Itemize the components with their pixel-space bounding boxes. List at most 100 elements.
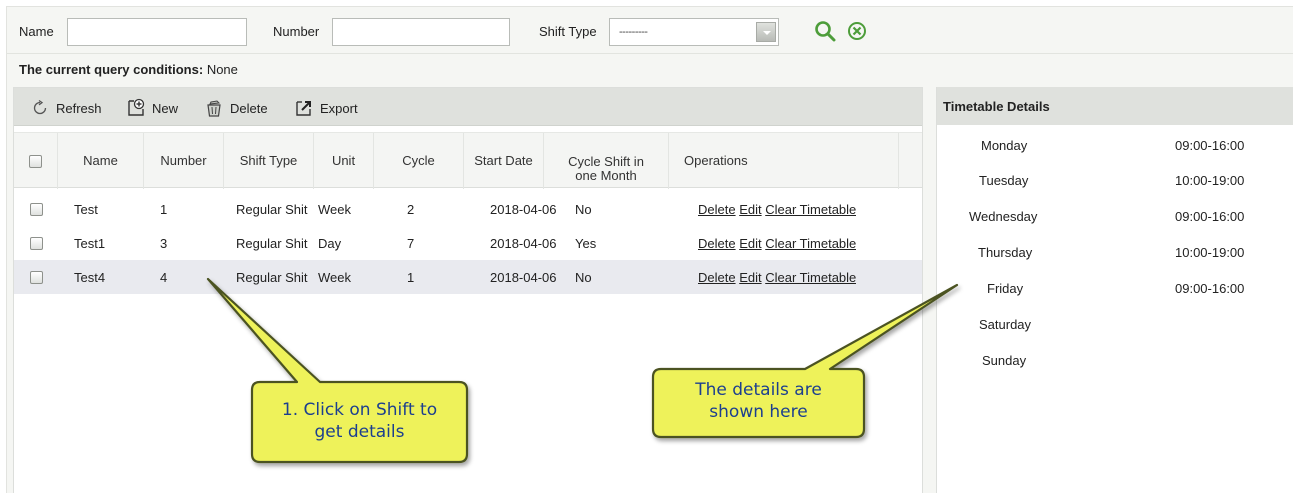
col-header-cycle-shift-line2: one Month	[575, 167, 637, 183]
day-label: Sunday	[982, 353, 1027, 368]
table-row[interactable]: Test1 3 Regular Shit Day 7 2018-04-06 Ye…	[14, 226, 922, 260]
cell-cycle: 1	[407, 270, 415, 285]
timetable-header: Timetable Details	[937, 87, 1293, 125]
day-label: Friday	[987, 281, 1024, 296]
cell-number: 4	[160, 270, 168, 285]
day-time: 10:00-19:00	[1175, 245, 1245, 260]
cell-start-date: 2018-04-06	[490, 270, 557, 285]
cell-cycle-shift: No	[575, 270, 592, 285]
delete-link[interactable]: Delete	[698, 270, 736, 285]
delete-link[interactable]: Delete	[698, 202, 736, 217]
export-icon	[296, 101, 311, 116]
cell-shift-type: Regular Shit	[236, 202, 308, 217]
clear-icon[interactable]	[845, 19, 869, 43]
day-time: 10:00-19:00	[1175, 173, 1245, 188]
query-conditions-value: None	[206, 62, 238, 77]
query-conditions-label: The current query conditions:	[19, 62, 204, 77]
shift-list-panel: Refresh New Delete Export Name Number Sh…	[13, 87, 923, 493]
app-frame: Name Number Shift Type --------- The cur…	[6, 6, 1293, 493]
toolbar: Refresh New Delete Export	[14, 88, 922, 126]
delete-button[interactable]: Delete	[204, 98, 268, 118]
row-operations: Delete Edit Clear Timetable	[698, 270, 856, 285]
row-operations: Delete Edit Clear Timetable	[698, 202, 856, 217]
col-header-cycle-shift[interactable]: Cycle Shift in one Month	[544, 133, 669, 189]
cell-start-date: 2018-04-06	[490, 202, 557, 217]
callout-right-line2: shown here	[709, 402, 808, 422]
number-input[interactable]	[332, 18, 510, 46]
callout-right-text: The details are shown here	[653, 379, 864, 423]
cell-cycle-shift: No	[575, 202, 592, 217]
refresh-icon	[33, 99, 47, 115]
col-header-cycle[interactable]: Cycle	[374, 133, 464, 189]
col-header-number[interactable]: Number	[144, 133, 224, 189]
export-label: Export	[320, 100, 358, 116]
cell-name: Test1	[74, 236, 106, 251]
col-header-shift-type[interactable]: Shift Type	[224, 133, 314, 189]
day-label: Wednesday	[969, 209, 1038, 224]
new-button[interactable]: New	[126, 98, 178, 118]
shift-type-label: Shift Type	[539, 24, 597, 39]
select-all-checkbox[interactable]	[29, 154, 42, 168]
cell-unit: Week	[318, 202, 351, 217]
edit-link[interactable]: Edit	[739, 236, 761, 251]
edit-link[interactable]: Edit	[739, 202, 761, 217]
select-all-cell	[14, 133, 58, 189]
row-checkbox[interactable]	[30, 271, 43, 284]
name-label: Name	[19, 24, 54, 39]
col-header-operations: Operations	[669, 133, 899, 189]
clear-timetable-link[interactable]: Clear Timetable	[765, 236, 856, 251]
clear-timetable-link[interactable]: Clear Timetable	[765, 270, 856, 285]
day-time: 09:00-16:00	[1175, 209, 1245, 224]
export-button[interactable]: Export	[294, 98, 358, 118]
chevron-down-icon[interactable]	[756, 22, 776, 42]
number-label: Number	[273, 24, 320, 39]
day-label: Tuesday	[979, 173, 1029, 188]
clear-timetable-link[interactable]: Clear Timetable	[765, 202, 856, 217]
cell-cycle-shift: Yes	[575, 236, 597, 251]
refresh-button[interactable]: Refresh	[30, 98, 102, 118]
callout-left-text: 1. Click on Shift to get details	[252, 399, 467, 443]
cell-shift-type: Regular Shit	[236, 236, 308, 251]
cell-cycle: 7	[407, 236, 415, 251]
cell-name: Test	[74, 202, 98, 217]
day-label: Saturday	[979, 317, 1032, 332]
col-header-name[interactable]: Name	[58, 133, 144, 189]
cell-unit: Week	[318, 270, 351, 285]
cell-unit: Day	[318, 236, 342, 251]
grid-header: Name Number Shift Type Unit Cycle Start …	[14, 132, 922, 189]
day-label: Monday	[981, 138, 1028, 153]
row-operations: Delete Edit Clear Timetable	[698, 236, 856, 251]
search-divider	[7, 53, 1293, 54]
cell-start-date: 2018-04-06	[490, 236, 557, 251]
delete-label: Delete	[230, 100, 268, 116]
callout-right-line1: The details are	[695, 380, 822, 400]
col-header-unit[interactable]: Unit	[314, 133, 374, 189]
shift-type-select[interactable]: ---------	[609, 18, 779, 46]
day-time: 09:00-16:00	[1175, 281, 1245, 296]
delete-link[interactable]: Delete	[698, 236, 736, 251]
row-checkbox[interactable]	[30, 237, 43, 250]
new-label: New	[152, 100, 179, 116]
search-icon[interactable]	[813, 19, 837, 43]
row-checkbox[interactable]	[30, 203, 43, 216]
timetable-details-panel: Timetable Details Monday 09:00-16:00 Tue…	[936, 87, 1293, 493]
timetable-title: Timetable Details	[943, 99, 1050, 114]
col-header-cycle-shift-line1: Cycle Shift in	[568, 153, 644, 169]
cell-name: Test4	[74, 270, 106, 285]
new-icon	[128, 98, 145, 116]
delete-icon	[207, 100, 221, 117]
name-input[interactable]	[67, 18, 247, 46]
col-header-start-date[interactable]: Start Date	[464, 133, 544, 189]
refresh-label: Refresh	[56, 100, 102, 116]
edit-link[interactable]: Edit	[739, 270, 761, 285]
shift-type-value: ---------	[619, 26, 648, 38]
cell-number: 3	[160, 236, 168, 251]
day-label: Thursday	[978, 245, 1033, 260]
table-row-selected[interactable]: Test4 4 Regular Shit Week 1 2018-04-06 N…	[14, 260, 922, 294]
cell-shift-type: Regular Shit	[236, 270, 308, 285]
cell-cycle: 2	[407, 202, 415, 217]
day-time: 09:00-16:00	[1175, 138, 1245, 153]
callout-left-line1: 1. Click on Shift to	[281, 400, 438, 420]
table-row[interactable]: Test 1 Regular Shit Week 2 2018-04-06 No…	[14, 192, 922, 226]
query-conditions: The current query conditions: None	[19, 62, 238, 77]
